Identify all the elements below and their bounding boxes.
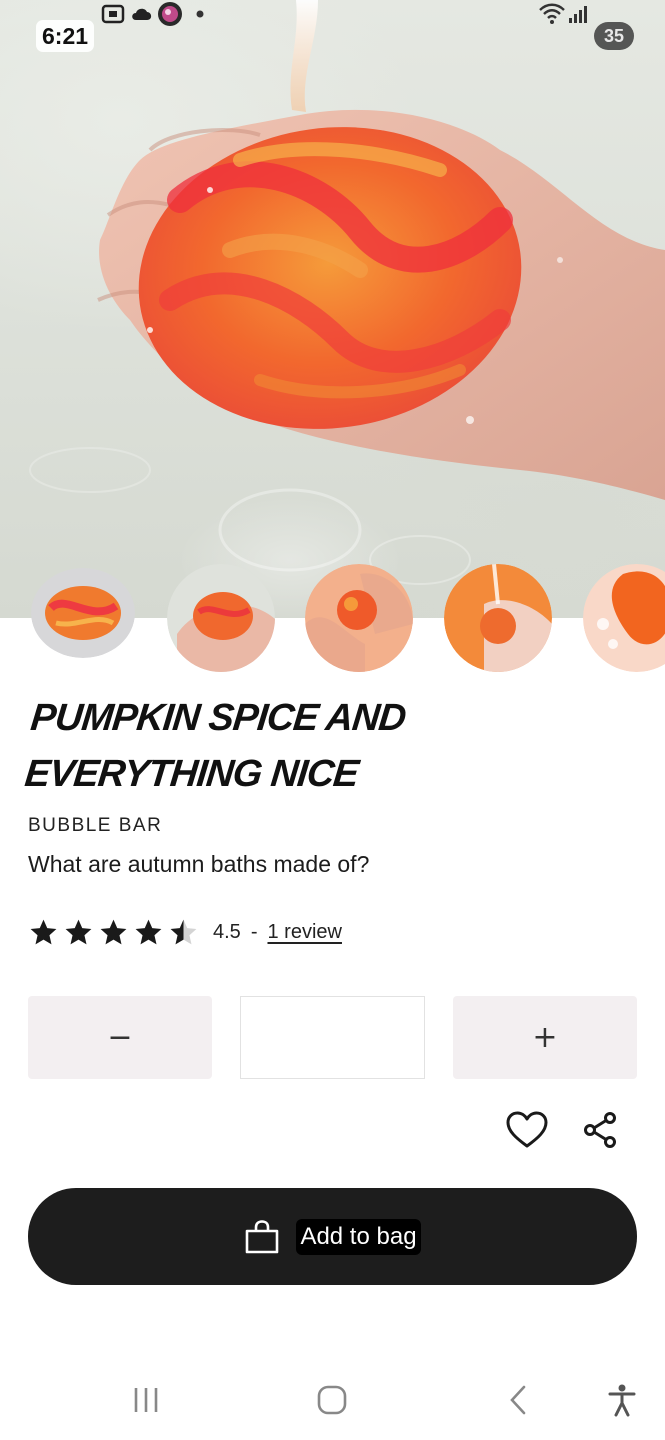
signal-icon — [569, 6, 587, 23]
product-thumbnail-carousel[interactable] — [0, 564, 665, 676]
accessibility-icon — [608, 1384, 636, 1417]
recent-apps-button[interactable] — [121, 1378, 171, 1422]
share-icon — [584, 1112, 616, 1148]
hand-with-bubble-bar-illustration — [29, 0, 665, 585]
thumbnail-orange-foam-bath[interactable] — [583, 564, 665, 672]
star-full-icon — [135, 919, 162, 944]
recent-apps-icon — [134, 1388, 158, 1412]
home-button[interactable] — [307, 1378, 357, 1422]
cloud-icon — [132, 8, 152, 20]
share-button[interactable] — [578, 1108, 622, 1152]
shopping-bag-icon — [246, 1219, 279, 1253]
product-tagline: What are autumn baths made of? — [28, 851, 370, 877]
thumbnail-bubble-bar-in-hand[interactable] — [167, 564, 275, 672]
add-to-bag-button[interactable]: Add to bag — [28, 1188, 637, 1285]
back-button[interactable] — [493, 1378, 543, 1422]
rating-value: 4.5 — [213, 920, 241, 943]
battery-indicator: 35 — [594, 22, 634, 50]
rating-separator: - — [250, 920, 258, 943]
product-rating: 4.5 - 1 review — [28, 914, 342, 950]
app-avatar-icon — [158, 2, 182, 26]
home-icon — [317, 1385, 347, 1415]
product-hero-image: 6:21 35 — [0, 0, 665, 618]
system-navigation-bar — [0, 1360, 665, 1440]
reviews-link[interactable]: 1 review — [267, 921, 341, 944]
back-icon — [510, 1385, 526, 1415]
wifi-icon — [539, 3, 565, 24]
star-full-icon — [100, 919, 127, 944]
star-full-icon — [30, 919, 57, 944]
product-screen: 6:21 35 PUMPKIN SPICE AND EVERYTHING NIC… — [0, 0, 665, 1440]
notification-dot-icon — [196, 10, 204, 18]
star-full-icon — [65, 919, 92, 944]
thumbnail-bubble-bar-top-view[interactable] — [31, 568, 135, 658]
accessibility-button[interactable] — [597, 1378, 647, 1422]
heart-icon — [506, 1111, 548, 1148]
star-half-icon — [170, 919, 197, 944]
status-bar: 6:21 35 — [0, 0, 665, 72]
add-to-bag-label: Add to bag — [296, 1218, 421, 1255]
thumbnail-bubble-bar-crumbled-in-hands[interactable] — [305, 564, 413, 672]
status-time: 6:21 — [36, 20, 95, 52]
thumbnail-bubble-bar-under-tap[interactable] — [444, 564, 552, 672]
screenshot-icon — [101, 4, 125, 24]
product-category: Bubble Bar — [28, 815, 163, 836]
quantity-decrease-button[interactable]: − — [28, 996, 212, 1079]
rating-stars — [28, 917, 199, 948]
quantity-increase-button[interactable]: + — [453, 996, 637, 1079]
wishlist-button[interactable] — [505, 1108, 549, 1152]
quantity-input[interactable] — [240, 996, 425, 1079]
product-title: Pumpkin Spice and Everything Nice — [22, 697, 408, 795]
